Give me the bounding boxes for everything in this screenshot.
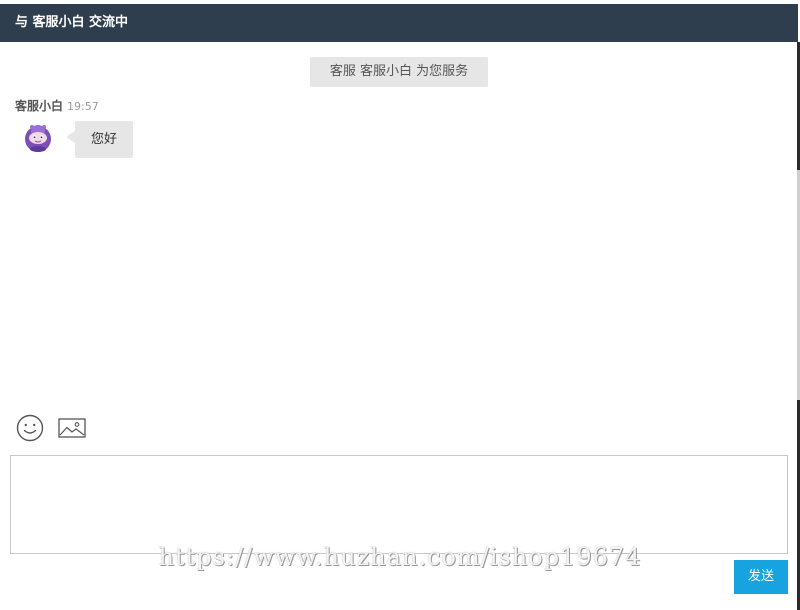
message-meta: 客服小白 19:57	[15, 97, 99, 116]
chat-header: 与 客服小白 交流中	[0, 4, 798, 42]
message-bubble-tail	[66, 131, 75, 143]
message-sender: 客服小白	[15, 99, 64, 113]
image-icon[interactable]	[58, 416, 86, 440]
watermark: https://www.huzhan.com/ishop19674	[158, 543, 642, 571]
avatar	[22, 121, 54, 153]
system-notice: 客服 客服小白 为您服务	[310, 57, 488, 87]
message-input[interactable]	[10, 455, 788, 554]
purple-monster-avatar-icon	[25, 125, 51, 152]
message-time: 19:57	[67, 100, 99, 113]
send-button[interactable]: 发送	[734, 560, 788, 594]
chat-title: 与 客服小白 交流中	[15, 15, 129, 30]
message-bubble: 您好	[75, 121, 133, 158]
smiley-face-icon[interactable]	[16, 414, 44, 442]
